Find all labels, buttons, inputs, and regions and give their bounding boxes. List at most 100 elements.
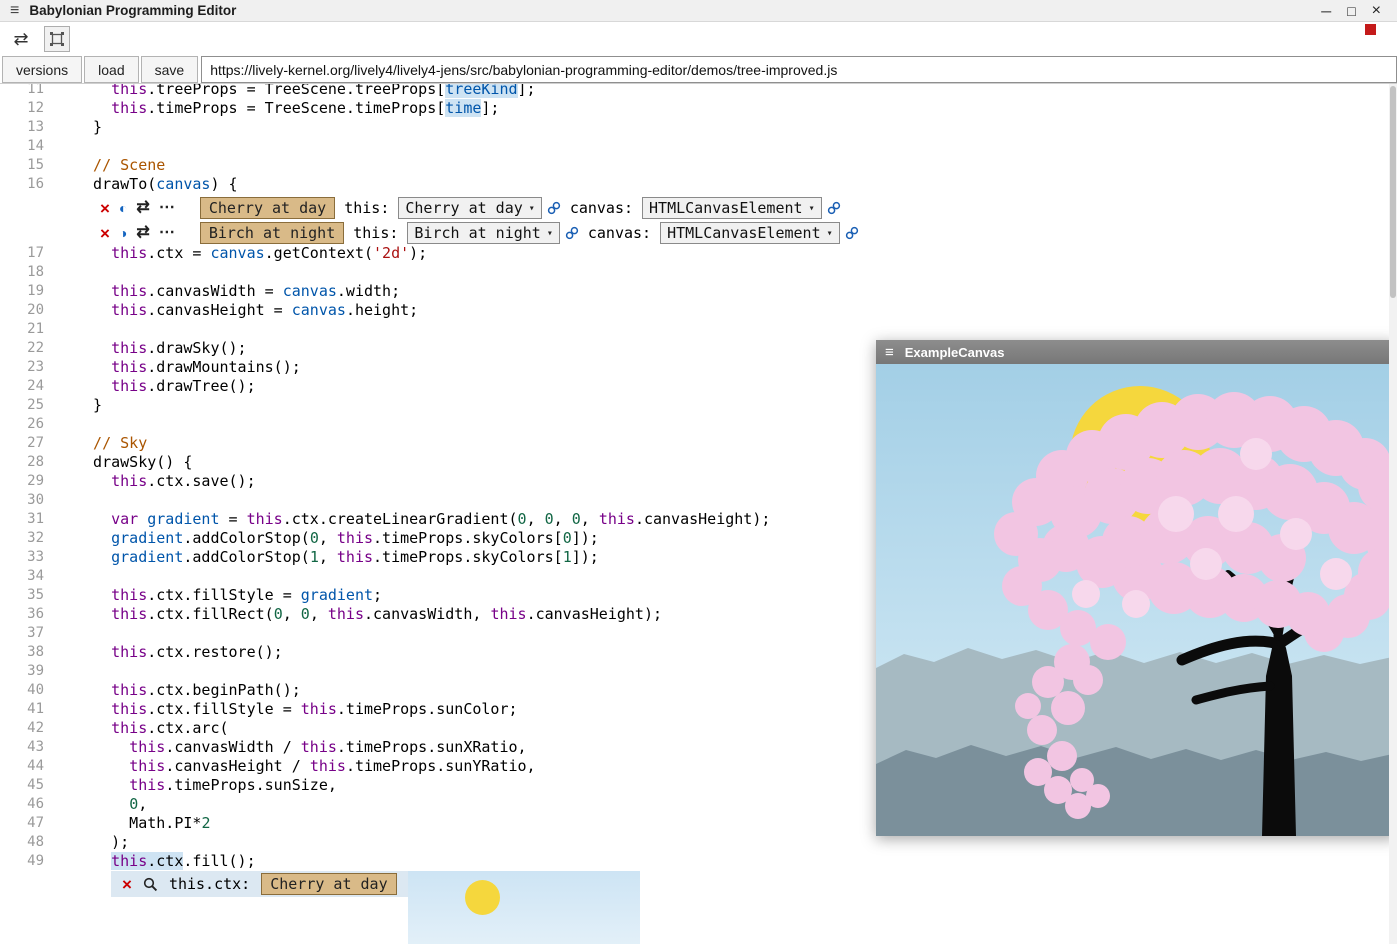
code-text: this.ctx = canvas.getContext('2d'); <box>44 244 427 263</box>
code-line[interactable]: 17 this.ctx = canvas.getContext('2d'); <box>0 244 1397 263</box>
switch-example-icon[interactable]: ⇄ <box>136 225 149 241</box>
line-number: 18 <box>0 263 44 282</box>
code-text: this.ctx.fillStyle = gradient; <box>44 586 382 605</box>
probe-controls: × this.ctx: Cherry at day <box>111 871 408 897</box>
window-menu-icon[interactable]: ≡ <box>885 344 894 361</box>
example-canvas-titlebar[interactable]: ≡ ExampleCanvas <box>876 340 1397 364</box>
dropdown-value: Cherry at day <box>405 199 522 217</box>
code-text: } <box>44 396 102 415</box>
code-text <box>44 662 75 681</box>
chevron-down-icon: ▾ <box>547 228 553 239</box>
example-active-toggle-icon[interactable]: ◑ <box>119 226 127 240</box>
code-line[interactable]: 14 <box>0 137 1397 156</box>
window-controls: ─ □ × <box>1321 3 1391 19</box>
line-number: 44 <box>0 757 44 776</box>
canvas-value-dropdown[interactable]: HTMLCanvasElement ▾ <box>660 222 840 244</box>
link-icon[interactable] <box>845 226 859 240</box>
code-text: gradient.addColorStop(1, this.timeProps.… <box>44 548 599 567</box>
sync-icon: ⇄ <box>13 29 28 50</box>
close-button[interactable]: × <box>1372 3 1381 19</box>
line-number: 25 <box>0 396 44 415</box>
canvas-value-dropdown[interactable]: HTMLCanvasElement ▾ <box>642 197 822 219</box>
line-number: 19 <box>0 282 44 301</box>
remove-example-button[interactable]: × <box>100 200 110 217</box>
probe-expression-label: this.ctx: <box>169 875 250 893</box>
code-text: this.drawMountains(); <box>44 358 301 377</box>
minimize-button[interactable]: ─ <box>1321 4 1331 18</box>
code-line[interactable]: 15 // Scene <box>0 156 1397 175</box>
example-widget: × ◑ ⇄ ⋯ Birch at night this: Birch at ni… <box>100 222 1397 244</box>
code-text: this.ctx.fillStyle = this.timeProps.sunC… <box>44 700 518 719</box>
example-canvas-rendering <box>876 364 1397 836</box>
example-active-toggle-icon[interactable]: ◐ <box>119 201 127 215</box>
preview-sun-icon <box>465 880 500 915</box>
code-line[interactable]: 18 <box>0 263 1397 282</box>
line-number: 27 <box>0 434 44 453</box>
code-text: drawTo(canvas) { <box>44 175 238 194</box>
chevron-down-icon: ▾ <box>529 203 535 214</box>
save-button[interactable]: save <box>141 56 199 83</box>
link-icon[interactable] <box>827 201 841 215</box>
line-number: 39 <box>0 662 44 681</box>
code-text: this.canvasWidth = canvas.width; <box>44 282 400 301</box>
line-number: 13 <box>0 118 44 137</box>
line-number: 32 <box>0 529 44 548</box>
line-number: 43 <box>0 738 44 757</box>
window-titlebar: ≡ Babylonian Programming Editor ─ □ × <box>0 0 1397 22</box>
versions-button[interactable]: versions <box>2 56 82 83</box>
line-number: 41 <box>0 700 44 719</box>
sync-tool-button[interactable]: ⇄ <box>8 26 34 52</box>
code-line[interactable]: 16 drawTo(canvas) { <box>0 175 1397 194</box>
scrollbar-thumb[interactable] <box>1390 86 1396 298</box>
line-number: 31 <box>0 510 44 529</box>
code-text: this.ctx.fill(); <box>44 852 256 871</box>
code-text <box>44 137 75 156</box>
code-line[interactable]: 20 this.canvasHeight = canvas.height; <box>0 301 1397 320</box>
code-text: var gradient = this.ctx.createLinearGrad… <box>44 510 770 529</box>
example-name-button[interactable]: Cherry at day <box>200 197 335 219</box>
link-icon[interactable] <box>565 226 579 240</box>
line-number: 24 <box>0 377 44 396</box>
example-name-button[interactable]: Birch at night <box>200 222 344 244</box>
dropdown-value: HTMLCanvasElement <box>667 224 821 242</box>
editor-scrollbar[interactable] <box>1389 84 1397 944</box>
example-options-icon[interactable]: ⋯ <box>159 200 175 216</box>
probe-example-button[interactable]: Cherry at day <box>261 873 396 895</box>
code-line[interactable]: 13 } <box>0 118 1397 137</box>
code-text: ); <box>44 833 129 852</box>
code-text: drawSky() { <box>44 453 192 472</box>
hamburger-menu-icon[interactable]: ≡ <box>10 2 19 20</box>
url-input[interactable] <box>201 56 1397 83</box>
maximize-button[interactable]: □ <box>1347 4 1355 18</box>
this-value-dropdown[interactable]: Cherry at day ▾ <box>398 197 541 219</box>
mountains-front <box>876 745 1397 836</box>
line-number: 33 <box>0 548 44 567</box>
dropdown-value: Birch at night <box>414 224 540 242</box>
line-number: 11 <box>0 84 44 99</box>
magnifier-icon[interactable] <box>143 877 158 892</box>
link-icon[interactable] <box>547 201 561 215</box>
line-number: 26 <box>0 415 44 434</box>
code-line[interactable]: 19 this.canvasWidth = canvas.width; <box>0 282 1397 301</box>
line-number: 42 <box>0 719 44 738</box>
line-number: 29 <box>0 472 44 491</box>
code-text: this.timeProps = TreeScene.timeProps[tim… <box>44 99 499 118</box>
line-number: 46 <box>0 795 44 814</box>
remove-example-button[interactable]: × <box>100 225 110 242</box>
code-line[interactable]: 11 this.treeProps = TreeScene.treeProps[… <box>0 84 1397 99</box>
code-text <box>44 263 75 282</box>
example-options-icon[interactable]: ⋯ <box>159 225 175 241</box>
inspect-tool-button[interactable] <box>44 26 70 52</box>
switch-example-icon[interactable]: ⇄ <box>136 200 149 216</box>
this-value-dropdown[interactable]: Birch at night ▾ <box>407 222 559 244</box>
line-number: 20 <box>0 301 44 320</box>
code-line[interactable]: 21 <box>0 320 1397 339</box>
code-text: 0, <box>44 795 147 814</box>
code-text: this.timeProps.sunSize, <box>44 776 337 795</box>
remove-probe-button[interactable]: × <box>122 876 132 893</box>
code-text: this.ctx.arc( <box>44 719 229 738</box>
code-line[interactable]: 12 this.timeProps = TreeScene.timeProps[… <box>0 99 1397 118</box>
load-button[interactable]: load <box>84 56 138 83</box>
line-number: 15 <box>0 156 44 175</box>
code-line[interactable]: 49 this.ctx.fill(); <box>0 852 1397 871</box>
